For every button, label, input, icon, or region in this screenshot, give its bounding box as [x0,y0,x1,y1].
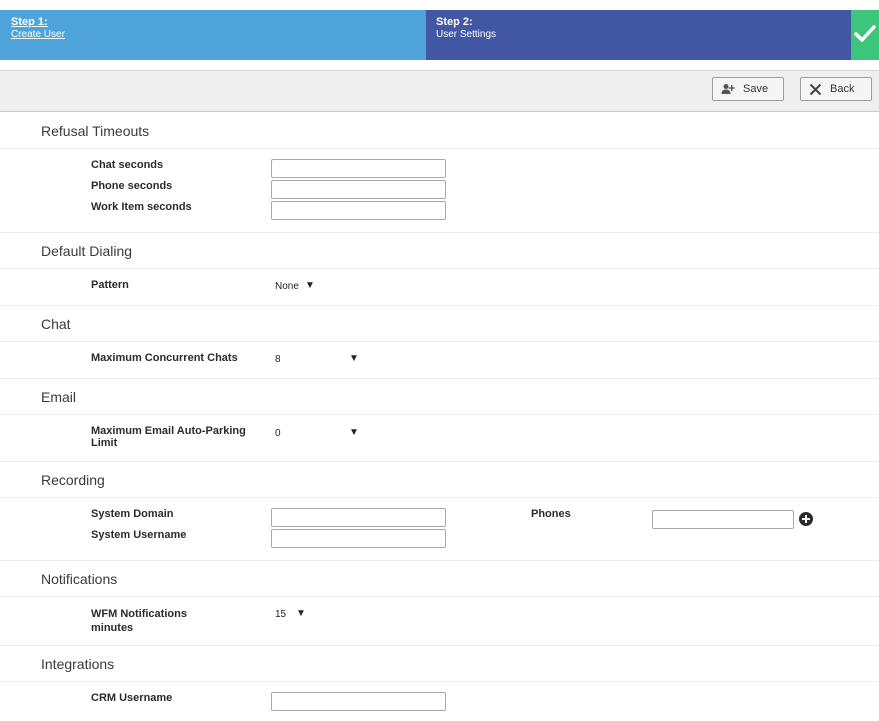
divider [0,148,879,149]
step2-title: Step 2: [436,16,473,28]
step-user-settings: Step 2: User Settings [426,10,851,60]
wizard-complete [851,10,879,60]
step-create-user[interactable]: Step 1: Create User [0,10,426,60]
step1-title[interactable]: Step 1: [11,16,426,28]
system-domain-input[interactable] [271,508,446,527]
pattern-value[interactable]: None [275,281,299,292]
chat-seconds-input[interactable] [271,159,446,178]
wfm-label-line1: WFM Notifications [91,608,187,620]
back-button[interactable]: Back [800,77,872,101]
chevron-down-icon[interactable]: ▼ [349,353,359,364]
close-x-icon [809,83,822,95]
chevron-down-icon[interactable]: ▼ [296,608,306,619]
auto-parking-label-line1: Maximum Email Auto-Parking [91,425,246,437]
back-label: Back [830,83,855,95]
save-button[interactable]: Save [712,77,784,101]
divider [0,414,879,415]
divider [0,268,879,269]
section-refusal-timeouts: Refusal Timeouts [41,123,150,139]
crm-username-input[interactable] [271,692,446,711]
step2-label: User Settings [436,29,497,40]
pattern-label: Pattern [91,279,129,291]
divider [0,645,879,646]
step1-link[interactable]: Create User [11,29,426,41]
wfm-notifications-value[interactable]: 15 [275,609,286,620]
max-concurrent-chats-value[interactable]: 8 [275,354,281,365]
auto-parking-value[interactable]: 0 [275,428,281,439]
divider [0,596,879,597]
auto-parking-label-line2: Limit [91,437,118,449]
chat-seconds-label: Chat seconds [91,159,164,171]
divider [0,378,879,379]
chevron-down-icon[interactable]: ▼ [349,427,359,438]
divider [0,232,879,233]
section-default-dialing: Default Dialing [41,243,133,259]
add-phone-icon[interactable] [799,512,813,526]
divider [0,681,879,682]
section-recording: Recording [41,472,105,488]
wfm-label-line2: minutes [91,622,134,634]
work-item-seconds-input[interactable] [271,201,446,220]
add-user-icon [721,84,735,94]
chevron-down-icon[interactable]: ▼ [305,280,315,291]
save-label: Save [743,83,769,95]
phones-input[interactable] [652,510,794,529]
divider [0,305,879,306]
divider [0,560,879,561]
divider [0,341,879,342]
section-chat: Chat [41,316,71,332]
toolbar: Save Back [0,70,879,112]
auto-parking-label: Maximum Email Auto-Parking Limit [91,425,246,449]
divider [0,461,879,462]
section-email: Email [41,389,77,405]
section-integrations: Integrations [41,656,115,672]
work-item-seconds-label: Work Item seconds [91,201,192,213]
section-notifications: Notifications [41,571,118,587]
phone-seconds-label: Phone seconds [91,180,173,192]
divider [0,497,879,498]
wizard-steps: Step 1: Create User Step 2: User Setting… [0,10,879,60]
wfm-notifications-label: WFM Notifications minutes [91,607,187,635]
check-icon [854,25,876,42]
system-domain-label: System Domain [91,508,174,520]
crm-username-label: CRM Username [91,692,173,704]
phones-label: Phones [531,508,571,520]
system-username-label: System Username [91,529,187,541]
max-concurrent-chats-label: Maximum Concurrent Chats [91,352,238,364]
phone-seconds-input[interactable] [271,180,446,199]
system-username-input[interactable] [271,529,446,548]
